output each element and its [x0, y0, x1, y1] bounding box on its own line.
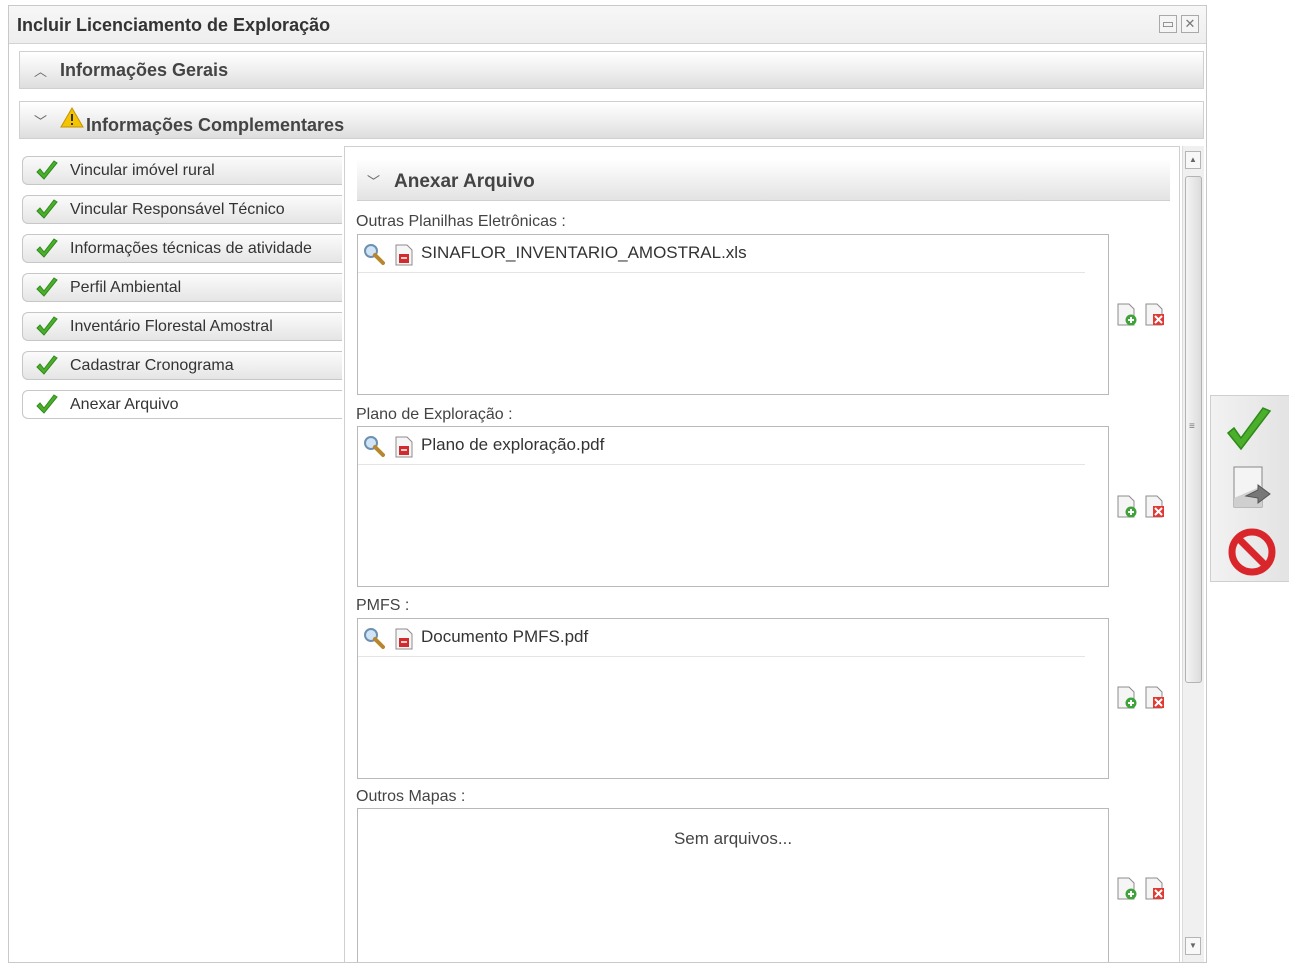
section-title: Informações Complementares	[86, 115, 345, 135]
magnifier-icon[interactable]	[363, 435, 385, 457]
remove-file-icon[interactable]	[1144, 495, 1166, 519]
vertical-scrollbar[interactable]: ▲ ≡ ▼	[1182, 146, 1204, 962]
nav-item-label: Vincular imóvel rural	[70, 162, 215, 179]
pdf-file-icon	[394, 436, 414, 458]
file-list-pmfs: Documento PMFS.pdf	[357, 618, 1109, 779]
nav-item-cadastrar-cronograma[interactable]: Cadastrar Cronograma	[22, 351, 342, 380]
add-file-icon[interactable]	[1116, 303, 1138, 327]
section-informacoes-complementares[interactable]: ﹀ Informações Complementares	[19, 101, 1204, 139]
check-icon	[35, 355, 59, 377]
section-title: Informações Gerais	[60, 60, 229, 80]
nav-item-vincular-imovel[interactable]: Vincular imóvel rural	[22, 156, 342, 185]
add-file-icon[interactable]	[1116, 686, 1138, 710]
remove-file-icon[interactable]	[1144, 303, 1166, 327]
check-icon	[35, 394, 59, 416]
nav-item-label: Anexar Arquivo	[70, 396, 179, 413]
nav-item-label: Vincular Responsável Técnico	[70, 201, 285, 218]
file-row[interactable]: Plano de exploração.pdf	[358, 427, 1085, 465]
file-row[interactable]: SINAFLOR_INVENTARIO_AMOSTRAL.xls	[358, 235, 1085, 273]
group-label-outros-mapas: Outros Mapas :	[356, 788, 466, 805]
warning-icon	[60, 107, 84, 128]
nav-item-perfil-ambiental[interactable]: Perfil Ambiental	[22, 273, 342, 302]
file-icon	[394, 244, 414, 266]
add-file-icon[interactable]	[1116, 877, 1138, 901]
section-informacoes-gerais[interactable]: ︿ Informações Gerais	[19, 51, 1204, 89]
check-icon	[35, 277, 59, 299]
file-name[interactable]: SINAFLOR_INVENTARIO_AMOSTRAL.xls	[421, 243, 747, 263]
group-label-plano-exploracao: Plano de Exploração :	[356, 406, 513, 423]
nav-item-vincular-responsavel[interactable]: Vincular Responsável Técnico	[22, 195, 342, 224]
file-name[interactable]: Documento PMFS.pdf	[421, 627, 588, 647]
nav-item-inventario-florestal[interactable]: Inventário Florestal Amostral	[22, 312, 342, 341]
file-list-outros-mapas: Sem arquivos...	[357, 808, 1109, 962]
chevron-up-icon[interactable]: ︿	[34, 61, 47, 80]
action-toolbar	[1210, 395, 1289, 582]
dialog-window: Incluir Licenciamento de Exploração ▭ ✕ …	[8, 5, 1207, 963]
grip-icon: ≡	[1189, 421, 1195, 432]
file-list-planilhas: SINAFLOR_INVENTARIO_AMOSTRAL.xls	[357, 234, 1109, 395]
nav-item-label: Cadastrar Cronograma	[70, 357, 234, 374]
group-label-pmfs: PMFS :	[356, 597, 410, 614]
file-name[interactable]: Plano de exploração.pdf	[421, 435, 604, 455]
nav-item-label: Informações técnicas de atividade	[70, 240, 312, 257]
magnifier-icon[interactable]	[363, 243, 385, 265]
cancel-prohibited-icon[interactable]	[1227, 527, 1277, 577]
left-nav: Vincular imóvel rural Vincular Responsáv…	[22, 156, 342, 429]
empty-message: Sem arquivos...	[673, 829, 793, 848]
remove-file-icon[interactable]	[1144, 686, 1166, 710]
scrollbar-thumb[interactable]: ≡	[1185, 176, 1202, 683]
attachments-header[interactable]: ﹀ Anexar Arquivo	[357, 159, 1170, 201]
check-icon	[35, 160, 59, 182]
dialog-titlebar: Incluir Licenciamento de Exploração ▭ ✕	[9, 6, 1206, 44]
file-list-plano-exploracao: Plano de exploração.pdf	[357, 426, 1109, 587]
chevron-down-icon[interactable]: ﹀	[34, 111, 47, 130]
chevron-down-icon[interactable]: ﹀	[367, 171, 380, 190]
file-row[interactable]: Documento PMFS.pdf	[358, 619, 1085, 657]
close-icon[interactable]: ✕	[1181, 15, 1199, 33]
scroll-down-arrow[interactable]: ▼	[1185, 937, 1201, 955]
add-file-icon[interactable]	[1116, 495, 1138, 519]
export-arrow-icon[interactable]	[1228, 464, 1274, 514]
nav-item-anexar-arquivo[interactable]: Anexar Arquivo	[22, 390, 342, 419]
attachments-panel: ﹀ Anexar Arquivo Outras Planilhas Eletrô…	[344, 146, 1180, 962]
scroll-up-arrow[interactable]: ▲	[1185, 151, 1201, 169]
nav-item-informacoes-tecnicas[interactable]: Informações técnicas de atividade	[22, 234, 342, 263]
nav-item-label: Inventário Florestal Amostral	[70, 318, 273, 335]
remove-file-icon[interactable]	[1144, 877, 1166, 901]
attachments-title: Anexar Arquivo	[394, 171, 535, 192]
dialog-title: Incluir Licenciamento de Exploração	[17, 15, 331, 35]
group-label-planilhas: Outras Planilhas Eletrônicas :	[356, 213, 566, 230]
check-icon	[35, 199, 59, 221]
check-icon	[35, 238, 59, 260]
check-icon	[35, 316, 59, 338]
nav-item-label: Perfil Ambiental	[70, 279, 182, 296]
magnifier-icon[interactable]	[363, 627, 385, 649]
confirm-check-icon[interactable]	[1225, 405, 1273, 455]
pdf-file-icon	[394, 628, 414, 650]
maximize-icon[interactable]: ▭	[1159, 15, 1177, 33]
